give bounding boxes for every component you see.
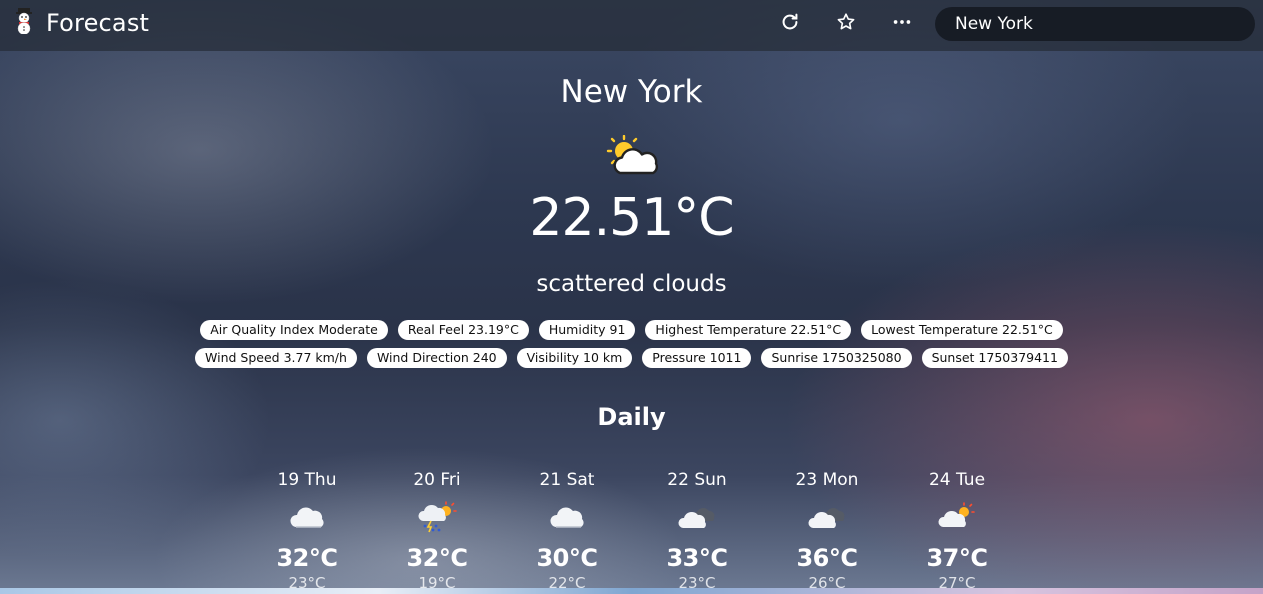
detail-sunrise: Sunrise 1750325080	[761, 348, 912, 368]
detail-pressure: Pressure 1011	[642, 348, 752, 368]
day-high-temp: 37°C	[926, 544, 988, 572]
current-temperature: 22.51°C	[529, 188, 734, 248]
refresh-button[interactable]	[772, 8, 808, 36]
day-card: 22 Sun 33°C 23°C	[632, 468, 762, 592]
bottom-strip	[0, 588, 1263, 594]
day-high-temp: 33°C	[666, 544, 728, 572]
day-high-temp: 36°C	[796, 544, 858, 572]
day-name: 21 Sat	[539, 470, 595, 490]
day-name: 24 Tue	[928, 470, 986, 490]
daily-title: Daily	[597, 403, 666, 431]
cloud-icon	[242, 496, 372, 538]
snowman-icon	[12, 7, 36, 39]
weather-details: Air Quality Index Moderate Real Feel 23.…	[0, 320, 1263, 376]
day-high-temp: 30°C	[536, 544, 598, 572]
sun-behind-cloud-icon	[606, 134, 660, 179]
brand: Forecast	[12, 7, 149, 39]
cloud-icon	[502, 496, 632, 538]
day-card: 24 Tue 37°C 27°C	[892, 468, 1022, 592]
day-high-temp: 32°C	[276, 544, 338, 572]
thunderstorm-sun-icon	[372, 496, 502, 538]
dark-clouds-icon	[632, 496, 762, 538]
search-input[interactable]	[955, 14, 1235, 34]
toolbar-actions	[772, 8, 940, 36]
app-title: Forecast	[46, 9, 150, 37]
day-name: 23 Mon	[795, 470, 859, 490]
day-name: 22 Sun	[667, 470, 727, 490]
detail-sunset: Sunset 1750379411	[921, 348, 1068, 368]
day-name: 20 Fri	[413, 470, 461, 490]
day-name: 19 Thu	[277, 470, 337, 490]
refresh-icon	[782, 13, 798, 30]
star-icon	[837, 13, 855, 30]
detail-lowest-temperature: Lowest Temperature 22.51°C	[861, 320, 1063, 340]
detail-humidity: Humidity 91	[538, 320, 636, 340]
weather-description: scattered clouds	[536, 271, 727, 297]
top-bar: Forecast	[0, 0, 1263, 51]
day-card: 19 Thu 32°C 23°C	[242, 468, 372, 592]
favorite-button[interactable]	[828, 8, 864, 36]
daily-forecast: 19 Thu 32°C 23°C 20 Fri 32°C 19°C 21 Sat…	[242, 468, 1022, 592]
detail-air-quality: Air Quality Index Moderate	[200, 320, 388, 340]
search-box[interactable]	[935, 7, 1255, 41]
day-card: 20 Fri 32°C 19°C	[372, 468, 502, 592]
details-row-2: Wind Speed 3.77 km/h Wind Direction 240 …	[0, 348, 1263, 368]
more-dots-icon	[893, 20, 911, 24]
day-card: 23 Mon 36°C 26°C	[762, 468, 892, 592]
detail-wind-speed: Wind Speed 3.77 km/h	[195, 348, 357, 368]
detail-highest-temperature: Highest Temperature 22.51°C	[645, 320, 852, 340]
detail-visibility: Visibility 10 km	[516, 348, 633, 368]
day-card: 21 Sat 30°C 22°C	[502, 468, 632, 592]
more-button[interactable]	[884, 8, 920, 36]
day-high-temp: 32°C	[406, 544, 468, 572]
sun-behind-cloud-icon	[892, 496, 1022, 538]
detail-wind-direction: Wind Direction 240	[366, 348, 507, 368]
city-name: New York	[560, 74, 703, 110]
detail-real-feel: Real Feel 23.19°C	[397, 320, 529, 340]
dark-clouds-icon	[762, 496, 892, 538]
details-row-1: Air Quality Index Moderate Real Feel 23.…	[0, 320, 1263, 340]
